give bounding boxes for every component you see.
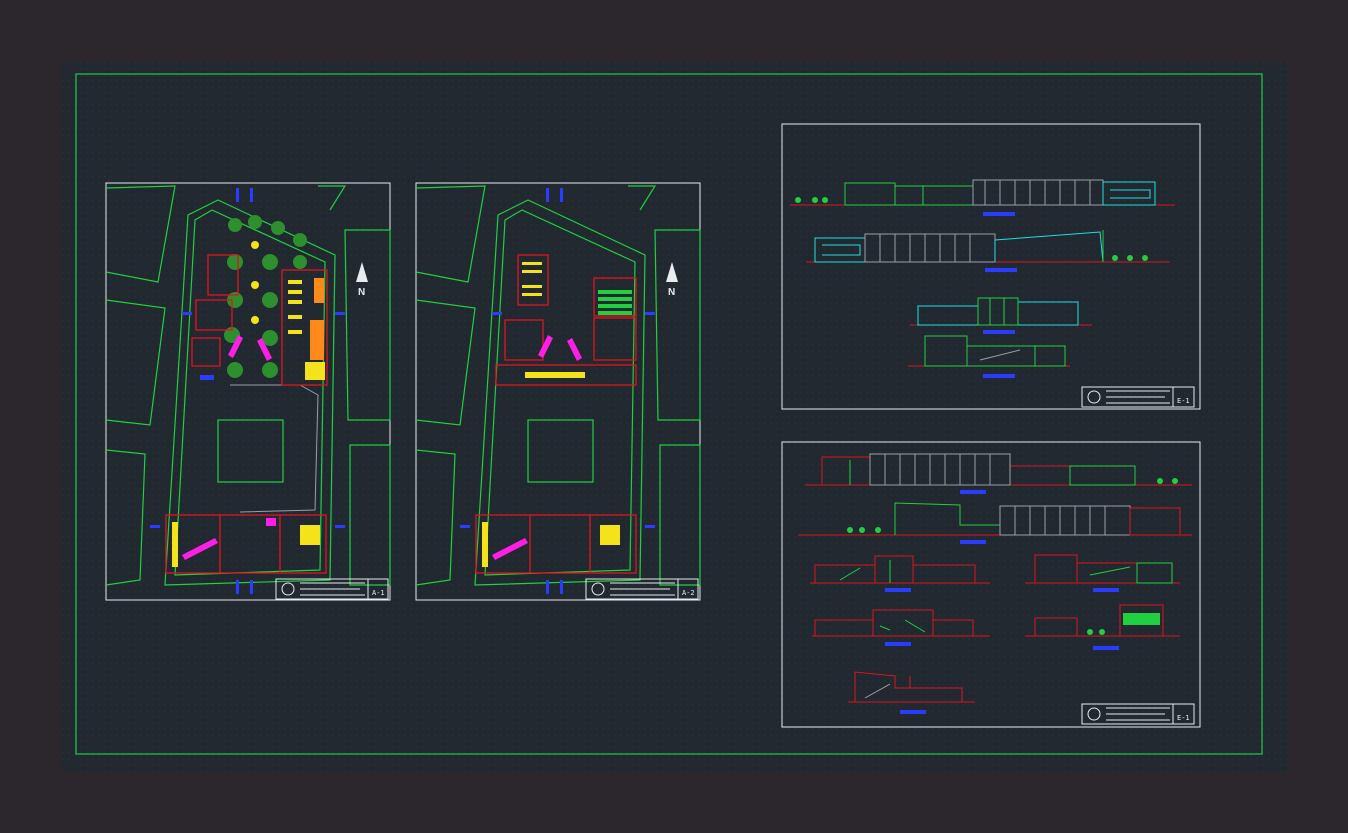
sheet-code: A-1 xyxy=(372,589,385,597)
sheet-code: E-1 xyxy=(1177,397,1190,405)
cad-drawing-canvas[interactable]: N A-1 N A-2 E-1 E-1 xyxy=(0,0,1348,833)
north-arrow-label: N xyxy=(668,287,675,298)
sheet-code: A-2 xyxy=(682,589,695,597)
north-arrow-label: N xyxy=(358,287,365,298)
sheet-code: E-1 xyxy=(1177,714,1190,722)
model-space-background xyxy=(62,62,1288,772)
